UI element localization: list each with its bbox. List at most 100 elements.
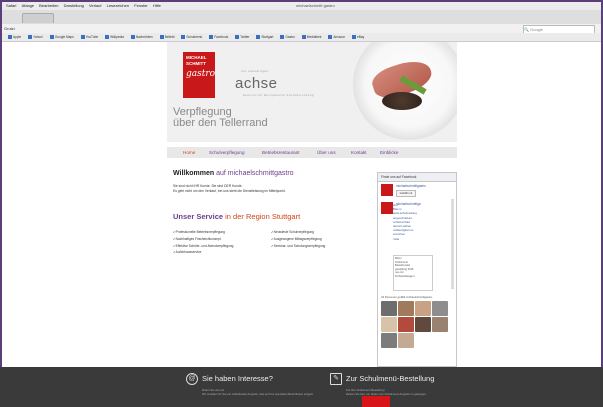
hero-banner: MICHAEL SCHMITT gastro mit unbedingter a…: [167, 42, 457, 142]
main-nav: Home Schulverpflegung Betriebsrestaurant…: [167, 147, 457, 158]
web-page: MICHAEL SCHMITT gastro mit unbedingter a…: [2, 42, 601, 367]
service-list-left: Professionelle Betriebsverpflegung Nachh…: [173, 229, 234, 256]
facebook-header: Finde uns auf Facebook: [378, 173, 456, 182]
bookmark[interactable]: Facebook: [206, 35, 228, 40]
bookmark-icon: [105, 35, 110, 40]
service-item: Seminar- und Schulungsverpflegung: [271, 243, 326, 250]
bookmark-icon: [301, 35, 306, 40]
bookmark-icon: [130, 35, 135, 40]
fan-avatar[interactable]: [398, 301, 414, 316]
fan-avatar[interactable]: [398, 333, 414, 348]
nav-item-home[interactable]: Home: [183, 147, 195, 158]
service-strong: Unser Service: [173, 212, 224, 221]
fan-avatar[interactable]: [398, 317, 414, 332]
fan-avatar[interactable]: [381, 317, 397, 332]
service-item: Nachhaltiges Frischeichkonzept: [173, 236, 233, 243]
edit-icon: ✎: [330, 373, 342, 385]
bookmark-icon: [28, 35, 33, 40]
partner-small: mit unbedingter: [241, 69, 270, 73]
facebook-page-row: michaelschmittgastro Gefällt mir: [381, 184, 453, 200]
nav-item-ueber-uns[interactable]: Über uns: [317, 147, 336, 158]
facebook-faces: [381, 301, 448, 348]
tagline-line2: über den Tellerrand: [173, 117, 268, 129]
bookmark[interactable]: Twitter: [232, 35, 249, 40]
nav-item-schulverpflegung[interactable]: Schulverpflegung: [209, 147, 245, 158]
address-bar[interactable]: Grutzi 🔍 Google: [2, 24, 601, 34]
bookmarks-bar: Apple Yahoo! Google Maps YouTube Wikiped…: [2, 33, 601, 42]
footer-order-title[interactable]: Zur Schulmenü-Bestellung: [346, 374, 434, 383]
facebook-scrollbar[interactable]: [451, 199, 454, 289]
facebook-like-button[interactable]: Gefällt mir: [396, 190, 416, 197]
partner-name: achse: [235, 75, 278, 92]
intro-line2: Es geht nicht um den Verkauf, bei uns st…: [173, 188, 286, 193]
fan-avatar[interactable]: [415, 317, 431, 332]
footer-interest-title[interactable]: Sie haben Interesse?: [202, 374, 273, 383]
search-placeholder: Google: [530, 27, 544, 32]
bookmark[interactable]: Yahoo!: [25, 35, 43, 40]
facebook-page-name[interactable]: michaelschmittgastro: [396, 184, 426, 188]
menu-item[interactable]: Darstellung: [64, 3, 84, 8]
fan-avatar[interactable]: [381, 333, 397, 348]
food-vegetable-image: [382, 92, 422, 110]
service-rest: in der Region Stuttgart: [225, 212, 301, 221]
menu-item[interactable]: Bearbeiten: [39, 3, 58, 8]
tab-bar: [2, 10, 601, 24]
bookmark[interactable]: Gastro: [277, 35, 295, 40]
bookmark-icon: [256, 35, 261, 40]
menu-item[interactable]: Lesezeichen: [107, 3, 129, 8]
nav-item-einblicke[interactable]: Einblicke: [380, 147, 398, 158]
bookmark[interactable]: Schulmenü: [178, 35, 202, 40]
service-item: Effektive Schüler- und Abendverpflegung: [173, 243, 234, 250]
bookmark[interactable]: Amazon: [325, 35, 345, 40]
window-title: michaelschmitt gastro: [296, 3, 335, 8]
fan-avatar[interactable]: [432, 317, 448, 332]
menu-item[interactable]: Hilfe: [153, 3, 161, 8]
bookmark[interactable]: Google Maps: [47, 35, 74, 40]
menu-item[interactable]: Fenster: [134, 3, 148, 8]
bookmark[interactable]: Mediathek: [299, 35, 322, 40]
bookmark-icon: [328, 35, 333, 40]
logo-line2: SCHMITT: [186, 60, 206, 66]
bookmark[interactable]: Beliebt: [157, 35, 174, 40]
menu-item[interactable]: Verlauf: [89, 3, 101, 8]
fan-avatar[interactable]: [415, 301, 431, 316]
bookmark[interactable]: Stuttgart: [253, 35, 273, 40]
service-heading: Unser Service in der Region Stuttgart: [173, 212, 300, 221]
footer-interest-text: Rufen Sie uns an! Wir erstellen für Sie …: [202, 388, 314, 396]
welcome-heading: Willkommen auf michaelschmittgastro: [173, 170, 294, 177]
at-icon: @: [186, 373, 198, 385]
service-item: Außerhausservice: [173, 249, 233, 256]
address-text[interactable]: Grutzi: [4, 26, 15, 31]
bookmark[interactable]: YouTube: [78, 35, 98, 40]
service-item: Professionelle Betriebsverpflegung: [173, 229, 233, 236]
facebook-post-attachment[interactable]: Bistro Schulmenü Bestellmodul ganzjährig…: [393, 255, 433, 291]
facebook-widget: Finde uns auf Facebook michaelschmittgas…: [377, 172, 457, 367]
bookmark-icon: [235, 35, 240, 40]
bookmark[interactable]: Nachrichten: [128, 35, 153, 40]
search-icon: 🔍: [524, 27, 529, 32]
site-container: MICHAEL SCHMITT gastro mit unbedingter a…: [167, 42, 457, 367]
hero-tagline: Verpflegung über den Tellerrand: [173, 107, 268, 129]
nav-item-kontakt[interactable]: Kontakt: [351, 147, 367, 158]
logo-script: gastro: [186, 69, 216, 79]
fan-avatar[interactable]: [381, 301, 397, 316]
facebook-post-avatar[interactable]: [381, 202, 393, 214]
menu-item[interactable]: Ablage: [22, 3, 34, 8]
facebook-page-avatar[interactable]: [381, 184, 393, 196]
browser-tab[interactable]: [22, 13, 54, 23]
bookmark[interactable]: eBay: [349, 35, 364, 40]
bookmark-icon: [352, 35, 356, 40]
order-button[interactable]: [362, 396, 390, 407]
fan-avatar[interactable]: [432, 301, 448, 316]
welcome-strong: Willkommen: [173, 170, 215, 177]
nav-item-betriebsrestaurant[interactable]: Betriebsrestaurant: [262, 147, 300, 158]
facebook-like-count: 23 Personen gefällt michaelschmittgastro…: [381, 295, 433, 299]
partner-logo: mit unbedingter achse Zentrum für Europä…: [235, 69, 313, 97]
brand-logo[interactable]: MICHAEL SCHMITT gastro: [183, 52, 215, 98]
bookmark[interactable]: Apple: [5, 35, 21, 40]
bookmark-icon: [80, 35, 85, 40]
bookmark[interactable]: Wikipedia: [102, 35, 124, 40]
bookmark-icon: [49, 35, 54, 40]
service-item: Ausgewogene Mittagsverpflegung: [271, 236, 325, 243]
menu-item[interactable]: Safari: [6, 3, 16, 8]
